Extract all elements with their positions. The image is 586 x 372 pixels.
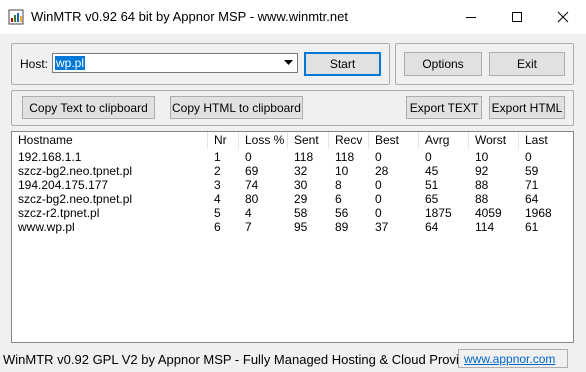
status-bar: WinMTR v0.92 GPL V2 by Appnor MSP - Full… xyxy=(0,348,586,372)
table-row[interactable]: szcz-bg2.neo.tpnet.pl 2 69 32 10 28 45 9… xyxy=(12,164,573,178)
cell-loss: 7 xyxy=(245,220,252,234)
cell-sent: 118 xyxy=(294,150,314,164)
cell-sent: 30 xyxy=(294,178,308,192)
cell-nr: 3 xyxy=(214,178,221,192)
status-link-panel: www.appnor.com xyxy=(458,349,568,368)
cell-avrg: 0 xyxy=(425,150,432,164)
chevron-down-icon xyxy=(284,60,293,65)
cell-sent: 95 xyxy=(294,220,308,234)
cell-last: 61 xyxy=(525,220,539,234)
minimize-button[interactable] xyxy=(448,0,494,34)
column-header-worst[interactable]: Worst xyxy=(469,132,519,149)
close-icon xyxy=(557,11,569,23)
column-header-best[interactable]: Best xyxy=(369,132,419,149)
cell-avrg: 65 xyxy=(425,192,439,206)
cell-worst: 88 xyxy=(475,192,489,206)
cell-avrg: 45 xyxy=(425,164,439,178)
host-combobox[interactable]: wp.pl xyxy=(52,53,298,73)
cell-avrg: 51 xyxy=(425,178,439,192)
cell-best: 0 xyxy=(375,178,382,192)
cell-hostname: www.wp.pl xyxy=(18,220,75,234)
table-row[interactable]: www.wp.pl 6 7 95 89 37 64 114 61 xyxy=(12,220,573,234)
app-icon xyxy=(8,9,24,25)
cell-last: 59 xyxy=(525,164,539,178)
cell-recv: 56 xyxy=(335,206,349,220)
cell-hostname: szcz-r2.tpnet.pl xyxy=(18,206,100,220)
exit-button[interactable]: Exit xyxy=(489,52,565,76)
results-table[interactable]: Hostname Nr Loss % Sent Recv Best Avrg W… xyxy=(11,131,574,343)
column-header-loss[interactable]: Loss % xyxy=(239,132,288,149)
copy-text-button[interactable]: Copy Text to clipboard xyxy=(22,96,155,119)
cell-sent: 58 xyxy=(294,206,308,220)
maximize-button[interactable] xyxy=(494,0,540,34)
maximize-icon xyxy=(512,12,522,22)
cell-last: 1968 xyxy=(525,206,552,220)
table-row[interactable]: szcz-bg2.neo.tpnet.pl 4 80 29 6 0 65 88 … xyxy=(12,192,573,206)
cell-recv: 6 xyxy=(335,192,342,206)
cell-hostname: 192.168.1.1 xyxy=(18,150,82,164)
cell-hostname: 194.204.175.177 xyxy=(18,178,109,192)
copy-html-button[interactable]: Copy HTML to clipboard xyxy=(170,96,303,119)
cell-nr: 2 xyxy=(214,164,221,178)
cell-recv: 89 xyxy=(335,220,349,234)
cell-worst: 4059 xyxy=(475,206,502,220)
table-row[interactable]: szcz-r2.tpnet.pl 5 4 58 56 0 1875 4059 1… xyxy=(12,206,573,220)
cell-best: 0 xyxy=(375,150,382,164)
column-header-sent[interactable]: Sent xyxy=(288,132,329,149)
cell-worst: 10 xyxy=(475,150,489,164)
table-row[interactable]: 192.168.1.1 1 0 118 118 0 0 10 0 xyxy=(12,150,573,164)
cell-worst: 114 xyxy=(475,220,495,234)
table-header: Hostname Nr Loss % Sent Recv Best Avrg W… xyxy=(12,132,573,149)
column-header-last[interactable]: Last xyxy=(519,132,573,149)
cell-loss: 0 xyxy=(245,150,252,164)
table-row[interactable]: 194.204.175.177 3 74 30 8 0 51 88 71 xyxy=(12,178,573,192)
cell-recv: 10 xyxy=(335,164,349,178)
cell-best: 37 xyxy=(375,220,389,234)
cell-loss: 74 xyxy=(245,178,259,192)
cell-loss: 69 xyxy=(245,164,259,178)
dropdown-arrow[interactable] xyxy=(279,54,297,72)
cell-loss: 4 xyxy=(245,206,252,220)
cell-avrg: 1875 xyxy=(425,206,452,220)
status-text: WinMTR v0.92 GPL V2 by Appnor MSP - Full… xyxy=(3,352,478,367)
export-html-button[interactable]: Export HTML xyxy=(489,96,565,119)
cell-worst: 92 xyxy=(475,164,489,178)
column-header-recv[interactable]: Recv xyxy=(329,132,369,149)
cell-best: 0 xyxy=(375,192,382,206)
cell-last: 71 xyxy=(525,178,539,192)
host-input-value[interactable]: wp.pl xyxy=(55,56,86,70)
title-bar[interactable]: WinMTR v0.92 64 bit by Appnor MSP - www.… xyxy=(0,0,586,34)
minimize-icon xyxy=(466,17,476,18)
cell-best: 28 xyxy=(375,164,389,178)
cell-sent: 29 xyxy=(294,192,308,206)
cell-nr: 6 xyxy=(214,220,221,234)
cell-worst: 88 xyxy=(475,178,489,192)
cell-last: 0 xyxy=(525,150,532,164)
cell-recv: 118 xyxy=(335,150,355,164)
appnor-link[interactable]: www.appnor.com xyxy=(464,352,555,366)
cell-hostname: szcz-bg2.neo.tpnet.pl xyxy=(18,192,133,206)
start-button[interactable]: Start xyxy=(304,52,381,76)
close-button[interactable] xyxy=(540,0,586,34)
cell-last: 64 xyxy=(525,192,539,206)
export-text-button[interactable]: Export TEXT xyxy=(406,96,482,119)
column-header-hostname[interactable]: Hostname xyxy=(12,132,208,149)
column-header-avrg[interactable]: Avrg xyxy=(419,132,469,149)
cell-hostname: szcz-bg2.neo.tpnet.pl xyxy=(18,164,133,178)
cell-sent: 32 xyxy=(294,164,308,178)
options-button[interactable]: Options xyxy=(404,52,482,76)
host-label: Host: xyxy=(20,57,49,71)
cell-loss: 80 xyxy=(245,192,259,206)
cell-nr: 1 xyxy=(214,150,221,164)
cell-nr: 4 xyxy=(214,192,221,206)
winmtr-window: WinMTR v0.92 64 bit by Appnor MSP - www.… xyxy=(0,0,586,372)
cell-recv: 8 xyxy=(335,178,342,192)
cell-nr: 5 xyxy=(214,206,221,220)
cell-best: 0 xyxy=(375,206,382,220)
cell-avrg: 64 xyxy=(425,220,439,234)
window-title: WinMTR v0.92 64 bit by Appnor MSP - www.… xyxy=(31,9,348,24)
column-header-nr[interactable]: Nr xyxy=(208,132,239,149)
